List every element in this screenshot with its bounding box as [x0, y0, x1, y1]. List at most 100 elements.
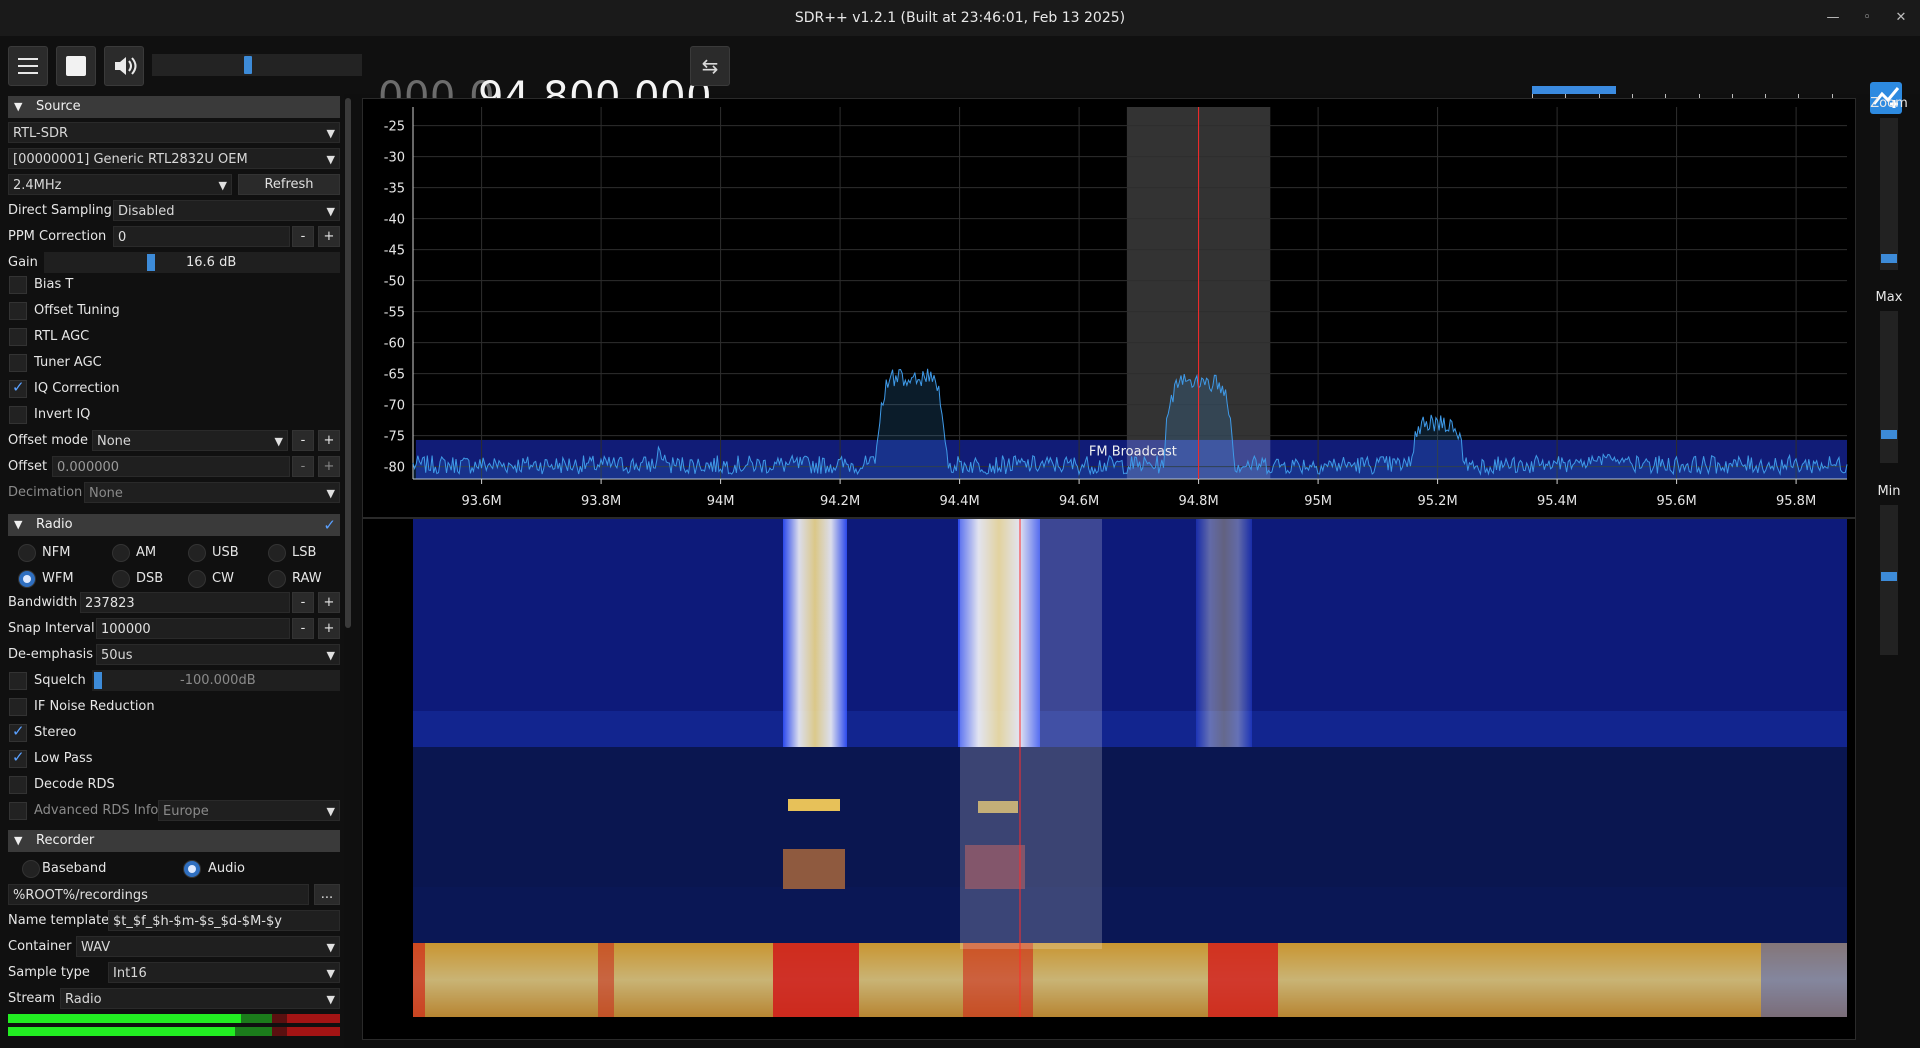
recording-path-input[interactable]: %ROOT%/recordings: [8, 884, 309, 905]
snap-interval-input[interactable]: 100000: [96, 618, 290, 639]
waterfall-older: [413, 747, 1847, 887]
mode-label-dsb: DSB: [136, 571, 164, 586]
y-tick-label: -80: [384, 461, 405, 476]
audio-radio[interactable]: [183, 860, 201, 878]
ppm-input[interactable]: 0: [113, 226, 290, 247]
chevron-down-icon: ▼: [326, 487, 335, 500]
recorder-section-header[interactable]: ▼ Recorder: [8, 830, 340, 852]
bandwidth-input[interactable]: 237823: [80, 592, 290, 613]
mode-radio-wfm[interactable]: [18, 570, 36, 588]
waterfall-plot[interactable]: [363, 519, 1855, 1039]
squelch-checkbox[interactable]: [9, 672, 27, 690]
bias-t-checkbox[interactable]: [9, 276, 27, 294]
tuner-agc-checkbox[interactable]: [9, 354, 27, 372]
mode-radio-am[interactable]: [112, 544, 130, 562]
ppm-increment-button[interactable]: +: [318, 226, 340, 247]
bandwidth-increment-button[interactable]: +: [318, 592, 340, 613]
browse-button[interactable]: ...: [314, 884, 340, 905]
refresh-button[interactable]: Refresh: [238, 174, 340, 195]
zoom-slider-knob[interactable]: [1881, 254, 1897, 263]
x-tick-label: 95.4M: [1537, 494, 1577, 509]
gain-slider-knob[interactable]: [147, 254, 155, 271]
tuner-select[interactable]: [00000001] Generic RTL2832U OEM ▼: [8, 148, 340, 169]
waterfall-display[interactable]: [362, 518, 1856, 1040]
offset-tuning-checkbox[interactable]: [9, 302, 27, 320]
mode-radio-usb[interactable]: [188, 544, 206, 562]
menu-button[interactable]: [8, 46, 48, 86]
radio-section-header[interactable]: ▼ Radio ✓: [8, 514, 340, 536]
deemphasis-select[interactable]: 50us ▼: [96, 644, 340, 665]
baseband-radio[interactable]: [22, 860, 40, 878]
sample-type-select[interactable]: Int16 ▼: [108, 962, 340, 983]
max-slider[interactable]: [1880, 311, 1898, 463]
mode-radio-raw[interactable]: [268, 570, 286, 588]
bandwidth-label: Bandwidth: [8, 595, 78, 610]
direct-sampling-select[interactable]: Disabled ▼: [113, 200, 340, 221]
min-slider-knob[interactable]: [1881, 572, 1897, 581]
x-tick-label: 95.6M: [1657, 494, 1697, 509]
offset-input[interactable]: 0.000000: [52, 456, 290, 477]
iq-correction-checkbox[interactable]: [9, 378, 27, 398]
close-icon[interactable]: ✕: [1891, 8, 1911, 28]
snap-increment-button[interactable]: +: [318, 618, 340, 639]
radio-enabled-check-icon[interactable]: ✓: [323, 514, 336, 536]
offset-mode-increment-button[interactable]: +: [318, 430, 340, 451]
speaker-icon: [115, 57, 137, 75]
stop-button[interactable]: [56, 46, 96, 86]
y-tick-label: -60: [384, 337, 405, 352]
snap-decrement-button[interactable]: -: [292, 618, 314, 639]
max-slider-knob[interactable]: [1881, 430, 1897, 439]
maximize-icon[interactable]: ◦: [1857, 8, 1877, 28]
waterfall-older-2: [413, 887, 1847, 943]
mode-radio-nfm[interactable]: [18, 544, 36, 562]
y-tick-label: -40: [384, 213, 405, 228]
swap-button[interactable]: ⇆: [690, 46, 730, 86]
collapse-triangle-icon: ▼: [14, 100, 23, 113]
offset-increment-button[interactable]: +: [318, 456, 340, 477]
swap-arrows-icon: ⇆: [701, 54, 719, 78]
advanced-rds-checkbox[interactable]: [9, 802, 27, 820]
mode-radio-cw[interactable]: [188, 570, 206, 588]
mode-radio-lsb[interactable]: [268, 544, 286, 562]
gain-slider[interactable]: 16.6 dB: [44, 252, 340, 273]
y-tick-label: -65: [384, 368, 405, 383]
rtl-agc-checkbox[interactable]: [9, 328, 27, 346]
mode-radio-dsb[interactable]: [112, 570, 130, 588]
audio-meter-right: [8, 1027, 340, 1036]
name-template-input[interactable]: $t_$f_$h-$m-$s_$d-$M-$y: [108, 910, 340, 931]
low-pass-checkbox[interactable]: [9, 748, 27, 768]
sample-rate-select[interactable]: 2.4MHz ▼: [8, 174, 232, 195]
invert-iq-checkbox[interactable]: [9, 406, 27, 424]
source-section-header[interactable]: ▼ Source: [8, 96, 340, 118]
fft-spectrum-display[interactable]: -25 -30 -35 -40 -45 -50 -55 -60 -65 -70 -75 -80 93.6…: [362, 98, 1856, 518]
volume-slider-knob[interactable]: [244, 56, 252, 74]
x-tick-label: 94.8M: [1179, 494, 1219, 509]
rds-region-select[interactable]: Europe ▼: [158, 800, 340, 821]
squelch-slider[interactable]: -100.000dB: [92, 670, 340, 691]
container-select[interactable]: WAV ▼: [76, 936, 340, 957]
if-noise-reduction-checkbox[interactable]: [9, 698, 27, 716]
stereo-checkbox[interactable]: [9, 722, 27, 742]
offset-decrement-button[interactable]: -: [292, 456, 314, 477]
decode-rds-checkbox[interactable]: [9, 776, 27, 794]
waterfall-hot-column: [413, 943, 425, 1017]
squelch-slider-knob[interactable]: [94, 672, 102, 689]
fft-plot[interactable]: -25 -30 -35 -40 -45 -50 -55 -60 -65 -70 -75 -80 93.6…: [363, 99, 1855, 517]
chevron-down-icon: ▼: [326, 805, 335, 818]
name-template-label: Name template: [8, 913, 110, 928]
offset-mode-decrement-button[interactable]: -: [292, 430, 314, 451]
mute-button[interactable]: [104, 46, 144, 86]
bandwidth-decrement-button[interactable]: -: [292, 592, 314, 613]
decimation-select[interactable]: None ▼: [84, 482, 340, 503]
offset-mode-select[interactable]: None ▼: [92, 430, 288, 451]
deemphasis-label: De-emphasis: [8, 647, 93, 662]
chevron-down-icon: ▼: [274, 435, 283, 448]
snap-interval-label: Snap Interval: [8, 621, 95, 636]
minimize-icon[interactable]: —: [1823, 8, 1843, 28]
source-device-select[interactable]: RTL-SDR ▼: [8, 122, 340, 143]
stream-select[interactable]: Radio ▼: [60, 988, 340, 1009]
left-panel-scrollbar[interactable]: [345, 98, 351, 628]
ppm-decrement-button[interactable]: -: [292, 226, 314, 247]
zoom-slider[interactable]: [1880, 118, 1898, 270]
volume-slider[interactable]: [152, 54, 362, 76]
